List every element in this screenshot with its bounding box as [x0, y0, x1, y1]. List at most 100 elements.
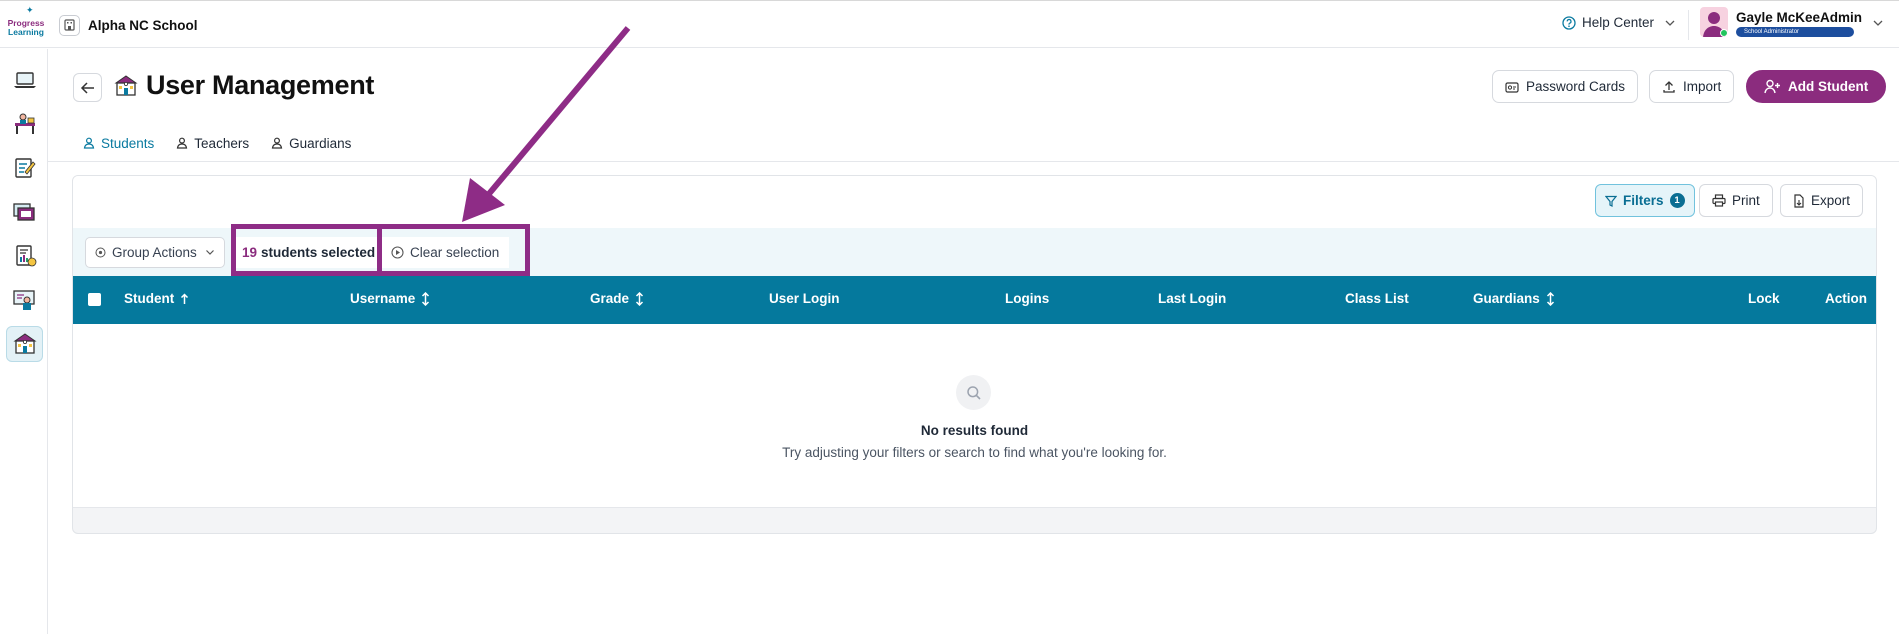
school-icon [59, 14, 80, 36]
tabs-divider [48, 161, 1899, 162]
column-logins: Logins [1005, 291, 1049, 306]
add-student-label: Add Student [1788, 79, 1869, 94]
column-grade-label: Grade [590, 291, 630, 306]
chevron-down-icon [1665, 20, 1675, 26]
help-center-menu[interactable]: Help Center [1562, 15, 1676, 30]
tab-guardians-label: Guardians [289, 135, 352, 151]
school-building-icon [114, 75, 138, 96]
users-table-panel: Filters 1 Print Export Group Actions 19 … [72, 175, 1877, 534]
filters-button[interactable]: Filters 1 [1595, 184, 1695, 217]
back-button[interactable] [73, 73, 102, 102]
column-guardians[interactable]: Guardians [1473, 291, 1555, 306]
empty-state-message: Try adjusting your filters or search to … [782, 445, 1167, 460]
column-lock: Lock [1748, 291, 1780, 306]
tab-teachers[interactable]: Teachers [176, 133, 249, 153]
filter-icon [1605, 195, 1617, 207]
help-circle-icon [1562, 15, 1576, 30]
page-title: User Management [146, 70, 375, 100]
column-user-login: User Login [769, 291, 840, 306]
chevron-down-icon[interactable] [1872, 19, 1884, 27]
add-student-button[interactable]: Add Student [1746, 70, 1887, 103]
print-label: Print [1732, 193, 1760, 208]
tab-guardians[interactable]: Guardians [271, 133, 351, 153]
sort-icon [636, 291, 644, 306]
column-guardians-label: Guardians [1473, 291, 1540, 306]
clear-selection-label: Clear selection [410, 245, 500, 260]
column-class-list-label: Class List [1345, 291, 1409, 306]
file-export-icon [1794, 193, 1804, 208]
sidebar-item-school-management[interactable] [6, 326, 43, 362]
clear-selection-button[interactable]: Clear selection [383, 237, 509, 268]
sort-ascending-icon [181, 292, 189, 304]
upload-icon [1663, 80, 1675, 93]
progress-learning-logo[interactable]: ✦ Progress Learning [6, 6, 46, 41]
selected-count-suffix: students selected [261, 245, 376, 260]
selection-bar: Group Actions 19 students selected Clear… [73, 228, 1876, 276]
filters-label: Filters [1623, 193, 1664, 208]
sort-icon [422, 291, 430, 306]
column-logins-label: Logins [1005, 291, 1050, 306]
column-student[interactable]: Student [124, 291, 189, 306]
selected-count-number: 19 [242, 245, 258, 260]
column-user-login-label: User Login [769, 291, 840, 306]
group-actions-label: Group Actions [112, 245, 197, 260]
school-selector[interactable]: Alpha NC School [59, 14, 198, 36]
column-username[interactable]: Username [350, 291, 430, 306]
assignment-icon [14, 158, 36, 178]
school-building-icon [12, 333, 37, 354]
sort-icon [1546, 291, 1554, 306]
filters-count-badge: 1 [1669, 193, 1685, 208]
table-header: Student Username Grade User Login Logins… [73, 276, 1876, 324]
user-icon [177, 137, 188, 149]
top-bar: ✦ Progress Learning Alpha NC School Help… [0, 0, 1899, 48]
table-body: No results found Try adjusting your filt… [73, 324, 1876, 508]
column-action-label: Action [1825, 291, 1867, 306]
import-label: Import [1683, 79, 1722, 94]
password-cards-button[interactable]: Password Cards [1492, 70, 1639, 103]
tab-students-label: Students [101, 135, 155, 151]
sidebar [0, 49, 48, 634]
classroom-desk-icon [14, 113, 35, 134]
column-grade[interactable]: Grade [590, 291, 644, 306]
column-class-list: Class List [1345, 291, 1409, 306]
sidebar-item-assignments[interactable] [6, 150, 43, 186]
printer-icon [1712, 194, 1726, 207]
user-name: Gayle McKeeAdmin [1736, 10, 1863, 25]
select-all-checkbox[interactable] [88, 293, 101, 306]
target-icon [95, 247, 106, 258]
password-cards-label: Password Cards [1526, 79, 1626, 94]
user-icon [271, 137, 283, 149]
sidebar-item-reports[interactable] [6, 238, 43, 274]
column-username-label: Username [350, 291, 416, 306]
laptop-icon [13, 72, 36, 88]
table-toolbar: Filters 1 Print Export [73, 176, 1876, 228]
tab-teachers-label: Teachers [194, 135, 250, 151]
chevron-down-icon [206, 250, 214, 255]
reports-icon [15, 245, 36, 267]
arrow-left-icon [80, 81, 94, 94]
library-icon [12, 203, 35, 221]
sidebar-item-library[interactable] [6, 194, 43, 230]
selected-count: 19 students selected [234, 237, 384, 268]
online-status-icon [1720, 29, 1728, 37]
sidebar-item-classroom[interactable] [6, 106, 43, 142]
avatar [1700, 7, 1728, 37]
user-menu[interactable]: Gayle McKeeAdmin School Administrator [1700, 7, 1862, 37]
search-icon [956, 375, 991, 410]
sidebar-item-laptop[interactable] [6, 62, 43, 98]
user-role-badge: School Administrator [1736, 27, 1854, 37]
teacher-icon [12, 290, 35, 310]
export-button[interactable]: Export [1780, 184, 1864, 217]
add-user-icon [1764, 79, 1780, 94]
sidebar-item-teacher[interactable] [6, 282, 43, 318]
tab-students[interactable]: Students [83, 133, 154, 153]
print-button[interactable]: Print [1699, 184, 1773, 217]
user-type-tabs: Students Teachers Guardians [83, 133, 373, 153]
logo-text-line2: Learning [8, 27, 44, 37]
import-button[interactable]: Import [1649, 70, 1735, 103]
column-last-login-label: Last Login [1158, 291, 1227, 306]
help-center-label: Help Center [1582, 15, 1655, 30]
user-icon [83, 137, 95, 149]
export-label: Export [1811, 193, 1851, 208]
group-actions-dropdown[interactable]: Group Actions [85, 237, 225, 268]
